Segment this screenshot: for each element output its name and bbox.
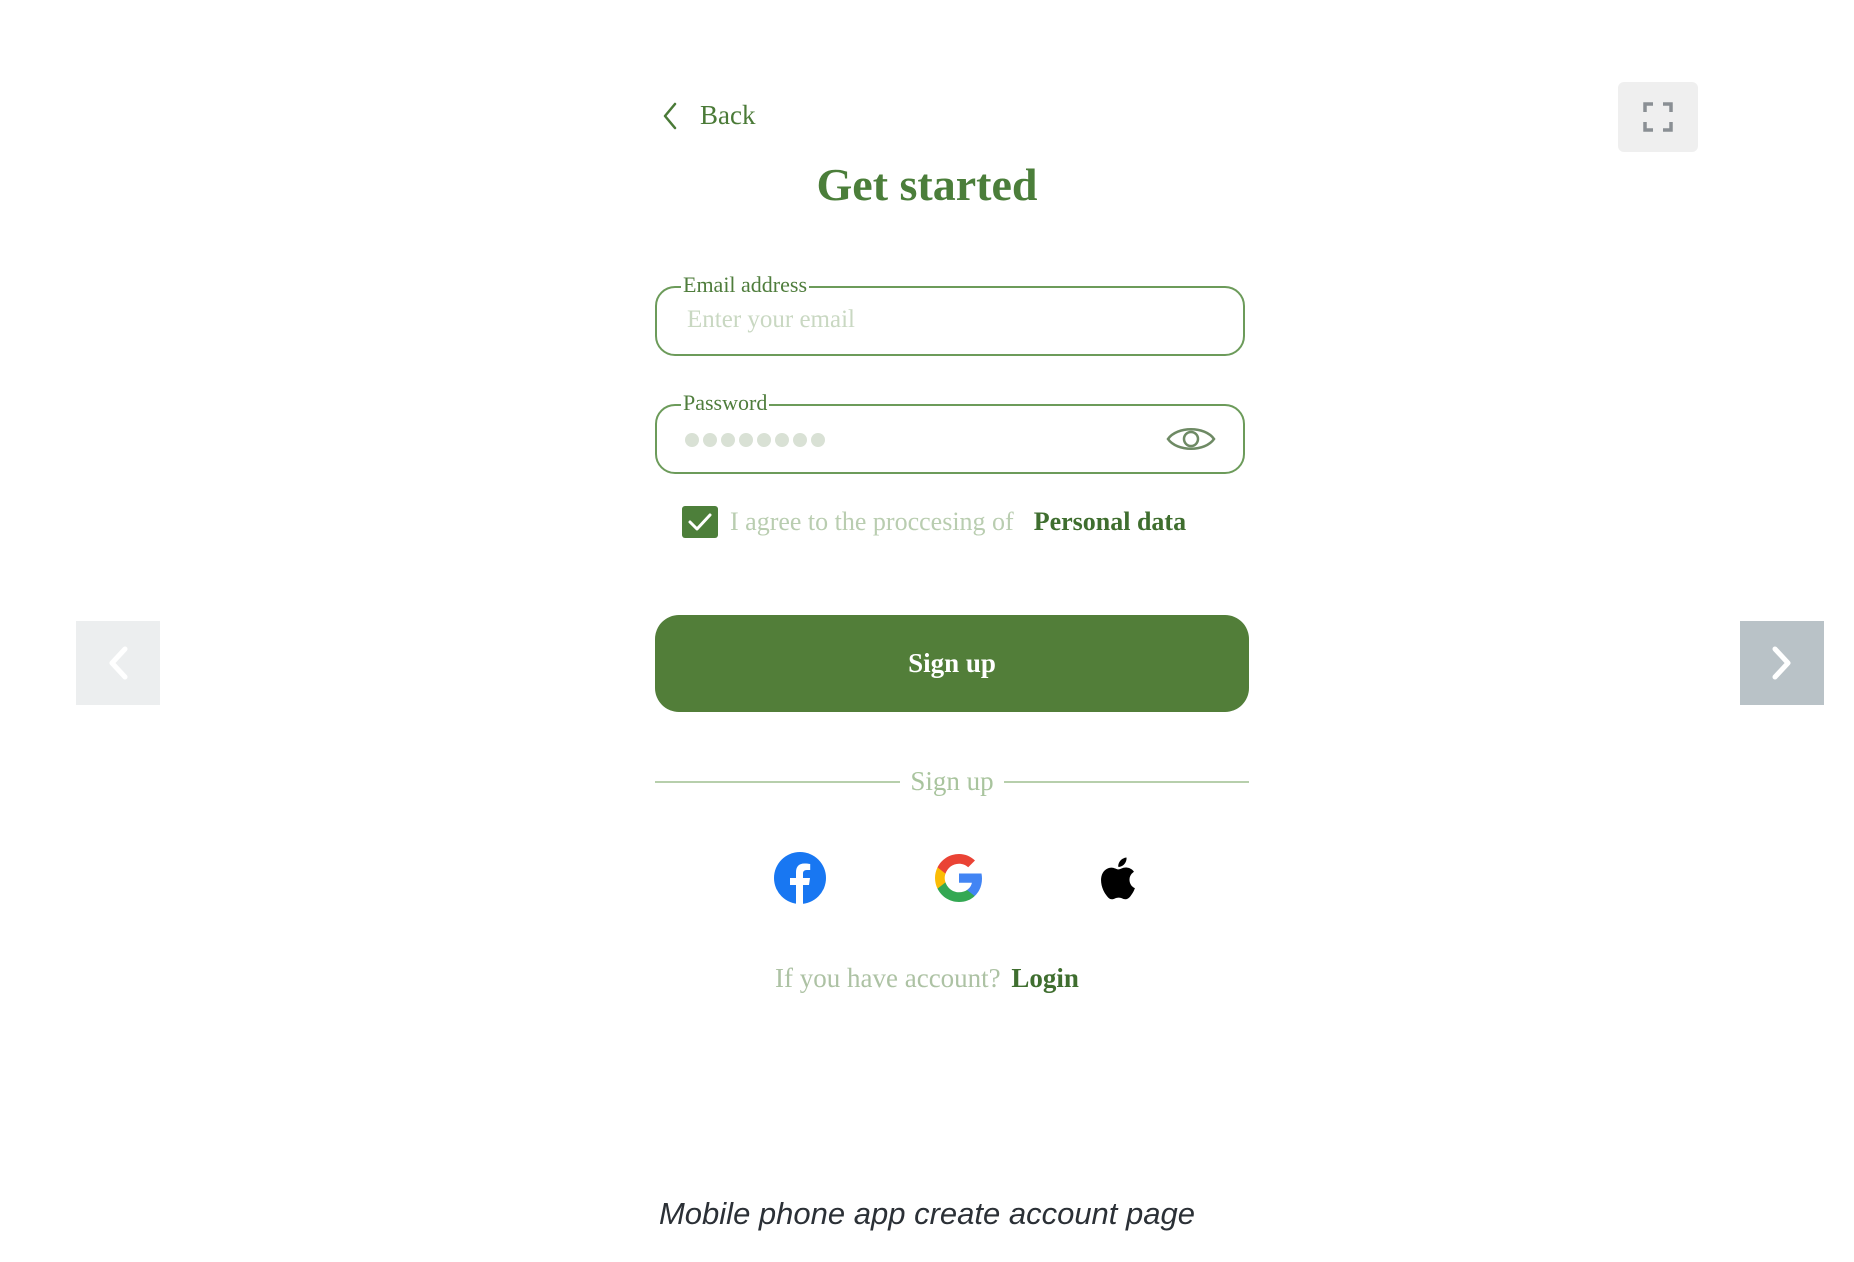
next-slide-button[interactable] [1740, 621, 1824, 705]
password-field-label: Password [681, 389, 770, 417]
chevron-left-icon [663, 102, 677, 129]
password-field: Password [655, 389, 1245, 474]
password-mask-dot [703, 433, 717, 447]
login-prompt: If you have account? Login [0, 963, 1854, 994]
chevron-right-icon [1772, 646, 1791, 680]
divider-line-right [1003, 780, 1249, 783]
image-caption: Mobile phone app create account page [658, 1196, 1195, 1231]
fullscreen-button[interactable] [1618, 82, 1698, 152]
password-mask-dot [775, 433, 789, 447]
social-divider: Sign up [655, 766, 1249, 797]
password-input[interactable] [685, 433, 825, 447]
divider-line-left [655, 780, 901, 783]
consent-checkbox[interactable] [682, 506, 718, 538]
password-mask-dot [721, 433, 735, 447]
facebook-icon[interactable] [774, 852, 826, 904]
email-field: Email address [655, 271, 1245, 356]
eye-icon[interactable] [1165, 422, 1217, 456]
page-title: Get started [816, 159, 1038, 210]
divider-label: Sign up [910, 766, 994, 796]
password-mask-dot [739, 433, 753, 447]
password-mask-dot [685, 433, 699, 447]
consent-row: I agree to the proccesing of Personal da… [682, 506, 1186, 538]
password-mask-dot [811, 433, 825, 447]
back-button[interactable]: Back [662, 100, 755, 131]
previous-slide-button[interactable] [76, 621, 160, 705]
email-input[interactable] [687, 306, 1167, 334]
password-mask-dot [793, 433, 807, 447]
login-link[interactable]: Login [1011, 963, 1079, 993]
sign-up-button[interactable]: Sign up [655, 615, 1249, 712]
apple-icon[interactable] [1093, 852, 1145, 904]
email-field-label: Email address [681, 271, 810, 299]
chevron-left-icon [109, 646, 128, 680]
personal-data-link[interactable]: Personal data [1034, 507, 1186, 537]
google-icon[interactable] [933, 852, 985, 904]
fullscreen-icon [1643, 102, 1673, 132]
checkmark-icon [688, 513, 712, 531]
back-label: Back [700, 100, 756, 130]
login-prompt-text: If you have account? [775, 963, 1001, 993]
password-mask-dot [757, 433, 771, 447]
consent-text: I agree to the proccesing of [730, 507, 1014, 536]
